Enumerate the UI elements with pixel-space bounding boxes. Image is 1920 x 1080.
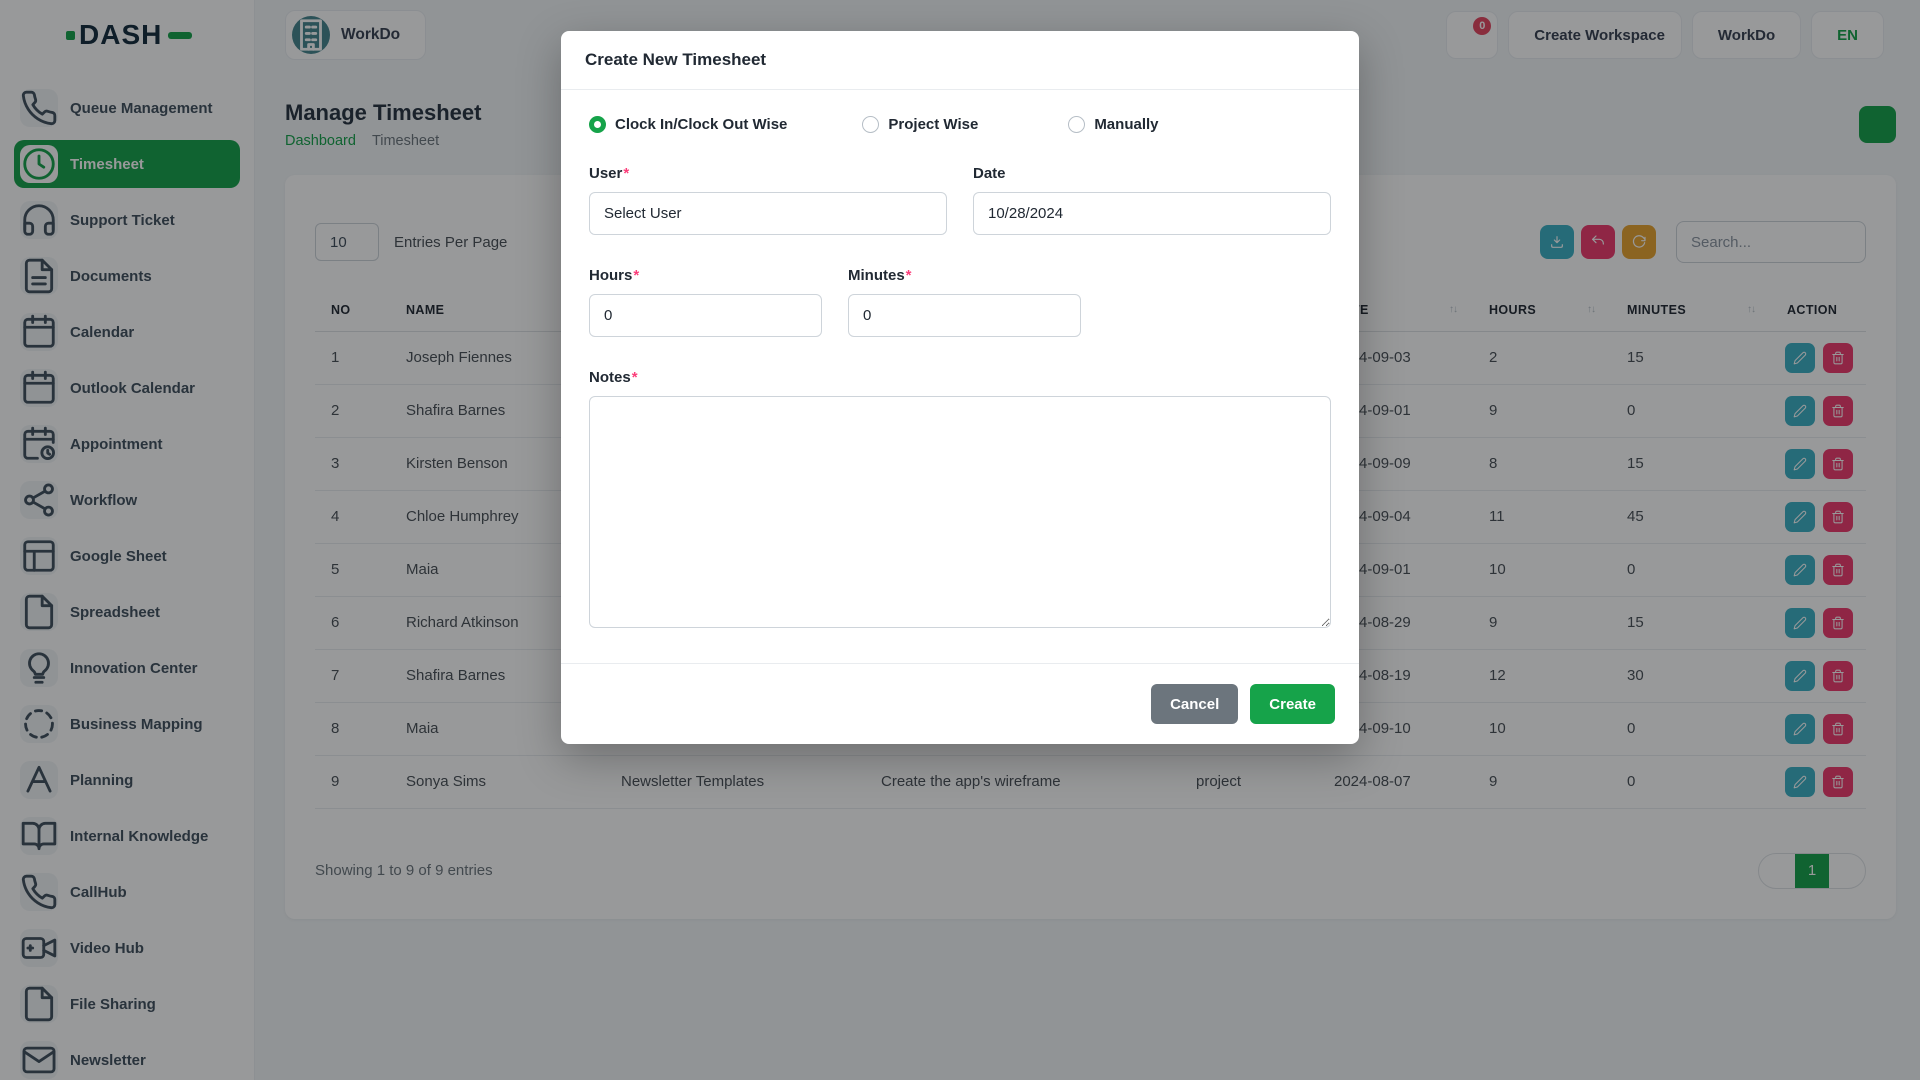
user-select[interactable]: Select User	[589, 192, 947, 235]
date-input[interactable]: 10/28/2024	[973, 192, 1331, 235]
required-asterisk: *	[632, 369, 638, 386]
hours-select-value: 0	[604, 307, 612, 324]
radio-clock-in-clock-out-wise[interactable]: Clock In/Clock Out Wise	[589, 116, 787, 133]
date-field-group: Date 10/28/2024	[973, 165, 1331, 235]
notes-textarea[interactable]	[589, 396, 1331, 628]
modal-footer: Cancel Create	[561, 663, 1359, 744]
modal-header: Create New Timesheet	[561, 31, 1359, 90]
minutes-field-label: Minutes*	[848, 267, 1081, 284]
hours-field-label: Hours*	[589, 267, 822, 284]
date-input-value: 10/28/2024	[988, 205, 1063, 222]
notes-field-label: Notes*	[589, 369, 1331, 386]
radio-manually[interactable]: Manually	[1068, 116, 1158, 133]
required-asterisk: *	[623, 165, 629, 182]
timesheet-type-radio-group: Clock In/Clock Out Wise Project Wise Manua…	[589, 116, 1331, 133]
user-field-group: User* Select User	[589, 165, 947, 235]
minutes-field-group: Minutes* 0	[848, 267, 1081, 337]
create-timesheet-modal: Create New Timesheet Clock In/Clock Out …	[561, 31, 1359, 744]
radio-label: Project Wise	[888, 116, 978, 133]
radio-project-wise[interactable]: Project Wise	[862, 116, 978, 133]
minutes-select[interactable]: 0	[848, 294, 1081, 337]
create-button[interactable]: Create	[1250, 684, 1335, 724]
date-field-label: Date	[973, 165, 1331, 182]
required-asterisk: *	[633, 267, 639, 284]
user-field-label: User*	[589, 165, 947, 182]
radio-label: Clock In/Clock Out Wise	[615, 116, 787, 133]
radio-circle-icon	[1068, 116, 1085, 133]
radio-circle-icon	[862, 116, 879, 133]
user-select-value: Select User	[604, 205, 682, 222]
cancel-button[interactable]: Cancel	[1151, 684, 1238, 724]
minutes-select-value: 0	[863, 307, 871, 324]
required-asterisk: *	[906, 267, 912, 284]
hours-select[interactable]: 0	[589, 294, 822, 337]
modal-body: Clock In/Clock Out Wise Project Wise Manua…	[561, 90, 1359, 633]
notes-field-group: Notes*	[589, 369, 1331, 633]
radio-circle-icon	[589, 116, 606, 133]
radio-label: Manually	[1094, 116, 1158, 133]
modal-title: Create New Timesheet	[585, 50, 766, 70]
hours-field-group: Hours* 0	[589, 267, 822, 337]
